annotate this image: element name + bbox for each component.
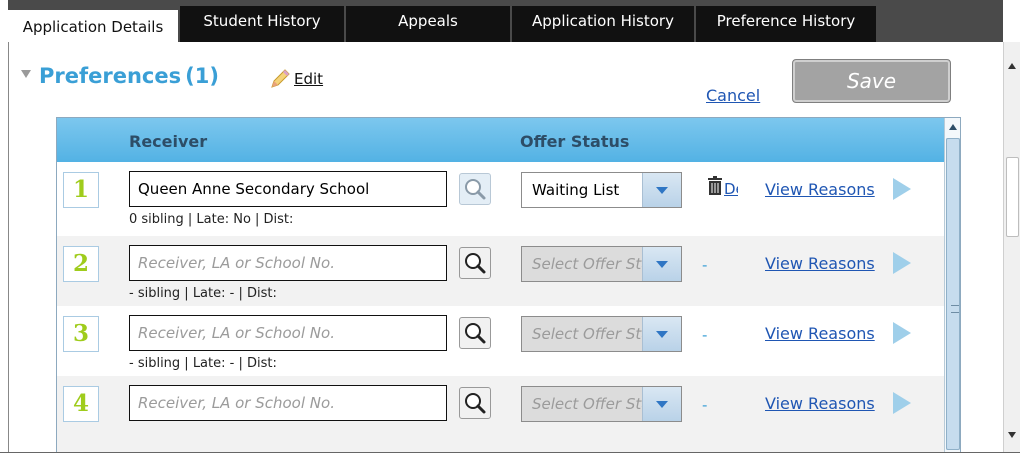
- delete-link[interactable]: Delete: [724, 180, 738, 198]
- offer-status-header: Offer Status: [520, 132, 630, 151]
- tab-application-details[interactable]: Application Details: [8, 10, 178, 42]
- tab-preference-history[interactable]: Preference History: [696, 6, 876, 42]
- scroll-up-arrow-icon[interactable]: [1008, 63, 1016, 69]
- play-arrow-icon[interactable]: [893, 322, 911, 344]
- search-button[interactable]: [459, 387, 491, 419]
- offer-status-select[interactable]: Select Offer Status: [521, 246, 682, 282]
- preference-row-4: 4 Receiver, LA or School No. Select Offe…: [57, 376, 944, 452]
- scroll-thumb[interactable]: [1006, 157, 1019, 237]
- magnifier-icon: [465, 393, 486, 414]
- preference-number: 2: [63, 246, 99, 282]
- preference-number: 3: [63, 316, 99, 352]
- table-header: Receiver Offer Status: [57, 118, 945, 162]
- page-scrollbar[interactable]: [1003, 42, 1020, 453]
- magnifier-icon: [465, 179, 486, 200]
- receiver-input[interactable]: Receiver, LA or School No.: [129, 315, 447, 351]
- preferences-title-text: Preferences: [39, 64, 182, 88]
- chevron-down-icon[interactable]: [642, 247, 681, 281]
- main-content: Preferences (1) Edit Cancel Save Receiver…: [8, 42, 1004, 453]
- dash-text: -: [702, 396, 708, 414]
- edit-link[interactable]: Edit: [294, 70, 323, 88]
- view-reasons-link[interactable]: View Reasons: [765, 180, 875, 199]
- view-reasons-link[interactable]: View Reasons: [765, 324, 875, 343]
- play-arrow-icon[interactable]: [893, 392, 911, 414]
- preference-meta: 0 sibling | Late: No | Dist:: [129, 212, 294, 227]
- receiver-input[interactable]: Receiver, LA or School No.: [129, 245, 447, 281]
- preferences-table: Receiver Offer Status 1 Queen Anne Secon…: [56, 117, 961, 453]
- offer-status-select[interactable]: Waiting List: [521, 172, 682, 208]
- preference-meta: - sibling | Late: - | Dist:: [129, 286, 277, 301]
- scroll-up-arrow-icon[interactable]: [949, 124, 957, 130]
- scroll-thumb[interactable]: [946, 138, 960, 450]
- preferences-count: (1): [185, 64, 219, 88]
- preference-row-1: 1 Queen Anne Secondary School 0 sibling …: [57, 162, 944, 236]
- chevron-down-icon[interactable]: [642, 387, 681, 421]
- preference-meta: - sibling | Late: - | Dist:: [129, 356, 277, 371]
- trash-icon[interactable]: [707, 176, 723, 200]
- search-button[interactable]: [459, 173, 491, 205]
- receiver-header: Receiver: [129, 132, 208, 151]
- chevron-down-icon[interactable]: [642, 173, 681, 207]
- table-scrollbar[interactable]: [944, 118, 960, 452]
- view-reasons-link[interactable]: View Reasons: [765, 254, 875, 273]
- scroll-down-arrow-icon[interactable]: [1008, 432, 1016, 438]
- application-window: Application Details Student History Appe…: [8, 0, 1020, 453]
- preference-number: 1: [63, 172, 99, 208]
- receiver-input[interactable]: Queen Anne Secondary School: [129, 171, 447, 207]
- preferences-title: Preferences (1): [39, 64, 219, 88]
- search-button[interactable]: [459, 317, 491, 349]
- magnifier-icon: [465, 253, 486, 274]
- collapse-triangle-icon[interactable]: [21, 70, 31, 78]
- preference-row-3: 3 Receiver, LA or School No. - sibling |…: [57, 306, 944, 376]
- save-button[interactable]: Save: [792, 59, 951, 103]
- offer-status-value: Waiting List: [532, 181, 620, 199]
- tab-bar: Application Details Student History Appe…: [8, 0, 1003, 42]
- search-button[interactable]: [459, 247, 491, 279]
- pencil-icon[interactable]: [269, 68, 291, 94]
- preference-number: 4: [63, 386, 99, 422]
- offer-status-select[interactable]: Select Offer Status: [521, 386, 682, 422]
- tab-student-history[interactable]: Student History: [180, 6, 344, 42]
- view-reasons-link[interactable]: View Reasons: [765, 394, 875, 413]
- grip-icon: [951, 305, 959, 313]
- preference-row-2: 2 Receiver, LA or School No. - sibling |…: [57, 236, 944, 306]
- cancel-link[interactable]: Cancel: [706, 86, 760, 105]
- receiver-input[interactable]: Receiver, LA or School No.: [129, 385, 447, 421]
- offer-status-select[interactable]: Select Offer Status: [521, 316, 682, 352]
- tab-appeals[interactable]: Appeals: [346, 6, 510, 42]
- play-arrow-icon[interactable]: [893, 252, 911, 274]
- dash-text: -: [702, 326, 708, 344]
- tab-application-history[interactable]: Application History: [512, 6, 694, 42]
- play-arrow-icon[interactable]: [893, 178, 911, 200]
- chevron-down-icon[interactable]: [642, 317, 681, 351]
- dash-text: -: [702, 256, 708, 274]
- magnifier-icon: [465, 323, 486, 344]
